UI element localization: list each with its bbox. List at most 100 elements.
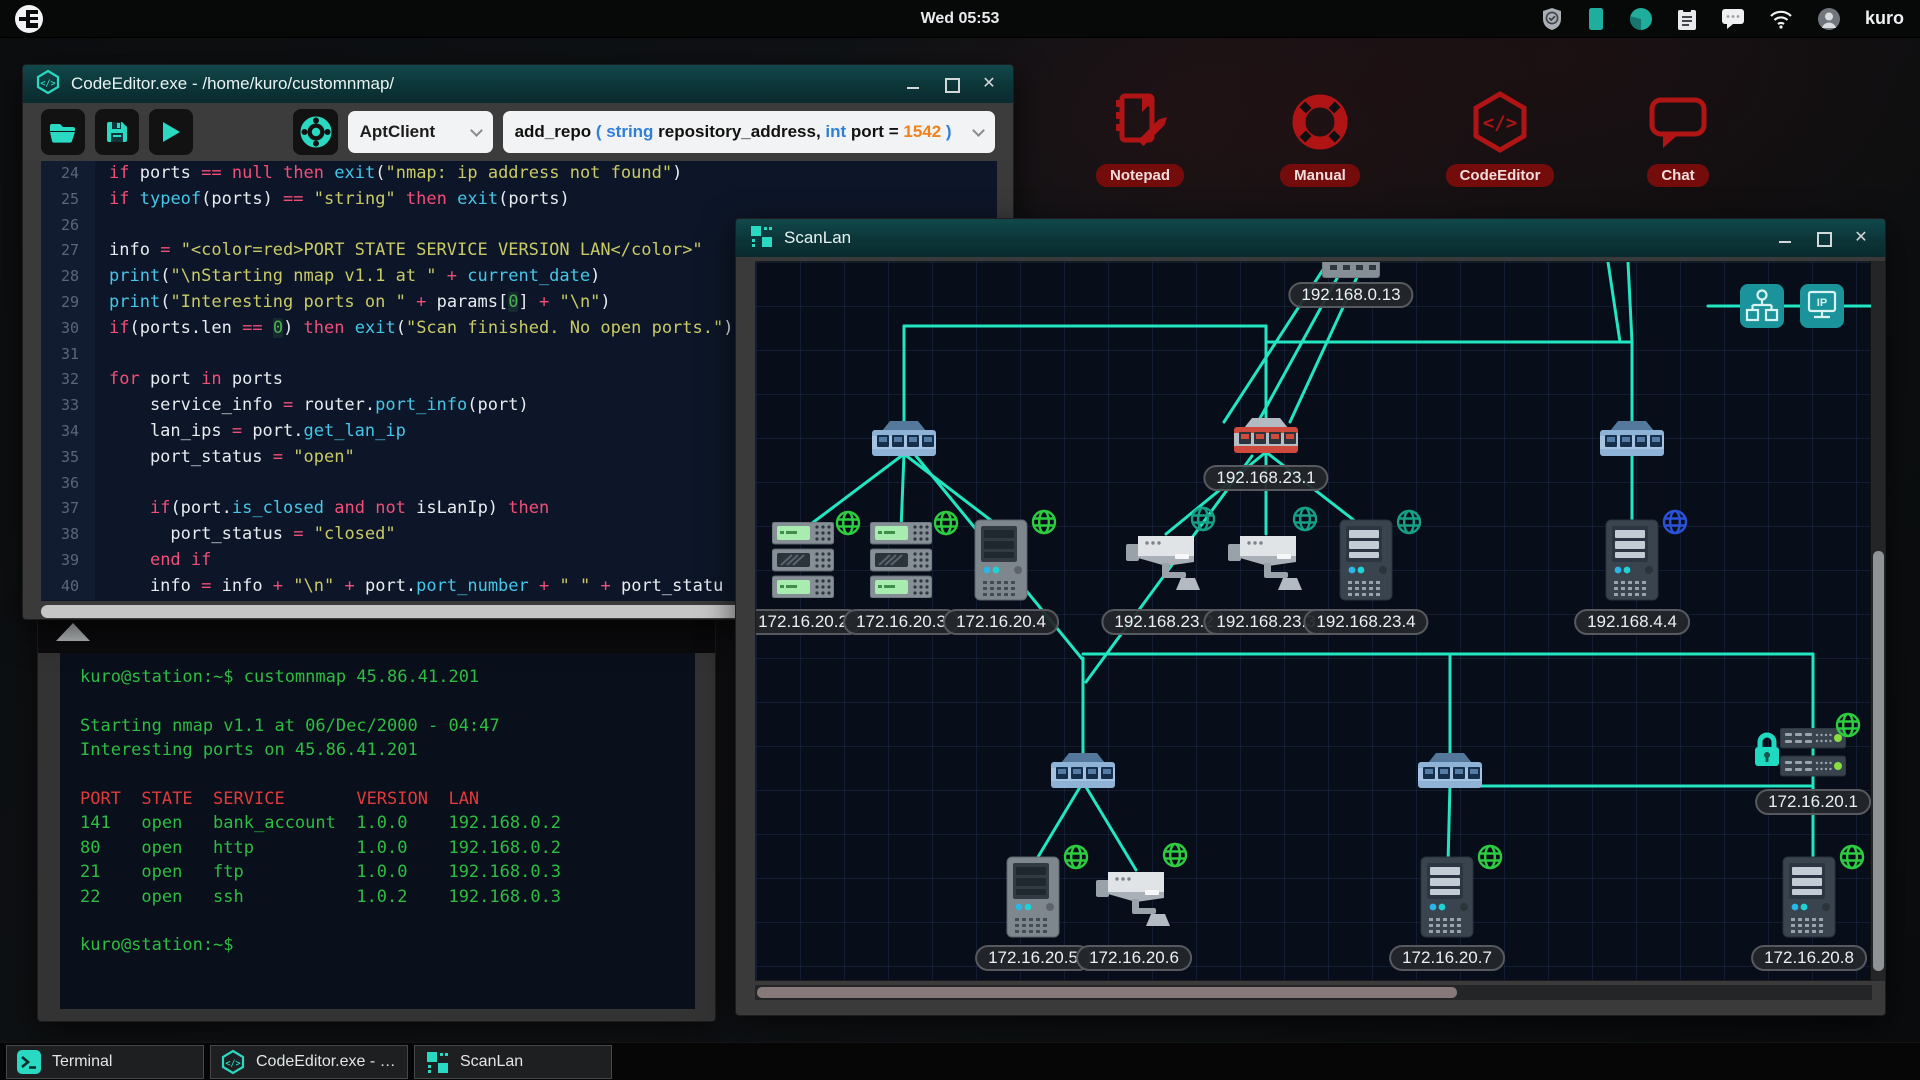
map-device-192.168.23.4[interactable] [1339,519,1393,606]
desktop-icon-manual[interactable]: Manual [1245,90,1395,187]
desktop-icon-label: Notepad [1096,164,1184,187]
code-editor-titlebar[interactable]: </> CodeEditor.exe - /home/kuro/customnm… [23,65,1013,103]
chat-icon [1646,90,1710,159]
notepad-icon [1108,90,1172,159]
globe-icon [1188,504,1218,539]
close-button[interactable]: ✕ [1853,230,1869,246]
map-device-switch_blue[interactable] [869,418,939,463]
ip-label: 172.16.20.7 [1389,945,1505,971]
map-device-172.16.20.4[interactable] [974,519,1028,606]
map-device-192.168.4.4[interactable] [1605,519,1659,606]
terminal-window: kuro@station:~$ customnmap 45.86.41.201 … [37,612,716,1022]
globe-icon [1061,842,1091,877]
codeeditor-icon: </> [1468,90,1532,159]
map-device-172.16.20.3[interactable] [870,522,932,603]
ip-label: 192.168.4.4 [1574,609,1690,635]
map-vscroll-thumb[interactable] [1873,551,1884,971]
clipboard-icon[interactable] [1677,7,1697,31]
line-number: 31 [41,342,95,368]
map-device-172.16.20.8[interactable] [1782,856,1836,943]
username: kuro [1865,8,1904,29]
terminal-output[interactable]: kuro@station:~$ customnmap 45.86.41.201 … [60,653,695,1009]
line-number: 36 [41,471,95,497]
shield-icon[interactable] [1541,7,1563,31]
code-line: 25if typeof(ports) == "string" then exit… [41,187,997,213]
terminal-line: Starting nmap v1.1 at 06/Dec/2000 - 04:4… [80,714,695,738]
globe-icon [1029,507,1059,542]
map-device-172.16.20.7[interactable] [1420,856,1474,943]
ip-label: 192.168.23.1 [1203,465,1328,491]
ip-label: 172.16.20.1 [1755,789,1871,815]
line-number: 33 [41,393,95,419]
map-device-192.168.0.13[interactable] [1322,262,1380,283]
taskbar-item-scanlan[interactable]: ScanLan [414,1045,612,1079]
maximize-button[interactable] [943,76,959,92]
avatar-icon[interactable] [1817,7,1841,31]
globe-icon [1833,710,1863,745]
line-number: 38 [41,522,95,548]
minimize-button[interactable] [1777,230,1793,246]
manual-icon [1288,90,1352,159]
map-device-172.16.20.5[interactable] [1006,856,1060,943]
class-dropdown-value: AptClient [360,122,436,142]
scanlan-window: ScanLan ✕ 192.168.0.13192.168.23.1172.16… [735,218,1886,1016]
taskbar-item-codeeditor[interactable]: </>CodeEditor.exe - … [210,1045,408,1079]
taskbar-item-label: Terminal [52,1053,112,1071]
ip-label: 172.16.20.4 [943,609,1059,635]
scanlan-titlebar[interactable]: ScanLan ✕ [736,219,1885,257]
os-logo-icon[interactable] [14,4,44,34]
minimize-button[interactable] [905,76,921,92]
signature-dropdown[interactable]: add_repo ( string repository_address, in… [503,111,995,153]
api-wheel-button[interactable] [293,109,337,155]
maximize-button[interactable] [1815,230,1831,246]
terminal-line: 80 open http 1.0.0 192.168.0.2 [80,836,695,860]
terminal-line [80,763,695,787]
map-device-172.16.20.2[interactable] [772,522,834,603]
subnet-map-button[interactable] [1740,284,1784,328]
code-editor-toolbar: AptClient add_repo ( string repository_a… [23,103,1013,161]
taskbar-item-label: ScanLan [460,1053,523,1071]
map-device-switch_blue[interactable] [1048,750,1118,795]
map-horizontal-scrollbar[interactable] [755,985,1872,1000]
map-device-switch_blue[interactable] [1415,750,1485,795]
svg-text:IP: IP [1817,297,1827,309]
lock-icon [1751,730,1783,775]
save-button[interactable] [95,109,139,155]
run-button[interactable] [149,109,193,155]
desktop-icon-notepad[interactable]: Notepad [1065,90,1215,187]
code-editor-icon: </> [35,69,61,100]
network-map[interactable]: 192.168.0.13192.168.23.1172.16.20.2172.1… [755,261,1872,981]
globe-icon [1660,507,1690,542]
line-number: 30 [41,316,95,342]
open-file-button[interactable] [41,109,85,155]
terminal-line [80,909,695,933]
line-number: 35 [41,445,95,471]
code-editor-title: CodeEditor.exe - /home/kuro/customnmap/ [71,74,394,94]
system-tray: kuro [1541,7,1920,31]
chevron-down-icon [470,124,483,137]
close-button[interactable]: ✕ [981,76,997,92]
svg-text:</>: </> [40,79,55,89]
map-device-switch_blue[interactable] [1597,418,1667,463]
chevron-down-icon [972,124,985,137]
terminal-line: PORT STATE SERVICE VERSION LAN [80,787,695,811]
map-hscroll-thumb[interactable] [757,987,1457,998]
terminal-line: 21 open ftp 1.0.0 192.168.0.3 [80,860,695,884]
chat-icon[interactable] [1721,8,1745,30]
svg-text:</>: </> [1483,112,1517,134]
map-device-192.168.23.1[interactable] [1231,415,1301,460]
map-vertical-scrollbar[interactable] [1870,261,1885,981]
line-number: 24 [41,161,95,187]
phone-icon[interactable] [1587,7,1605,31]
desktop-icon-chat[interactable]: Chat [1603,90,1753,187]
globe-icon [833,508,863,543]
taskbar-item-label: CodeEditor.exe - … [256,1053,396,1071]
ip-map-button[interactable]: IP [1800,284,1844,328]
wifi-icon[interactable] [1769,9,1793,29]
scroll-up-arrow-icon[interactable] [56,623,90,641]
globe-icon [931,508,961,543]
class-dropdown[interactable]: AptClient [348,111,493,153]
taskbar-item-terminal[interactable]: Terminal [6,1045,204,1079]
pie-icon[interactable] [1629,7,1653,31]
desktop-icon-codeeditor[interactable]: </>CodeEditor [1425,90,1575,187]
